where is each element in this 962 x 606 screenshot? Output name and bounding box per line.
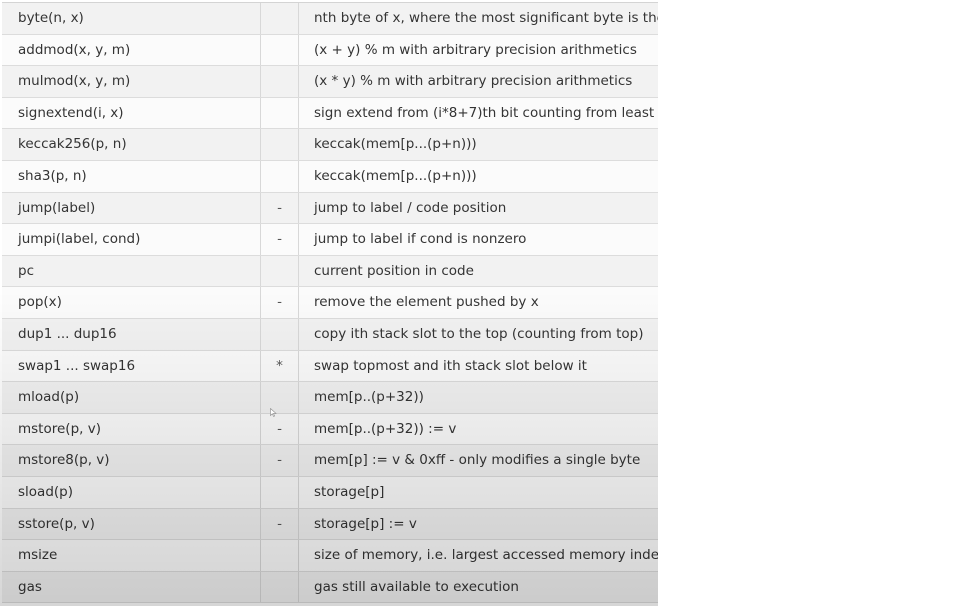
instruction-cell: msize <box>2 540 261 571</box>
flag-cell <box>261 160 299 192</box>
flag-cell <box>261 66 299 97</box>
flag-cell: - <box>261 224 299 255</box>
instruction-cell: keccak256(p, n) <box>2 129 261 160</box>
flag-cell <box>261 129 299 160</box>
explanation-cell: sign extend from (i*8+7)th bit counting … <box>314 104 658 121</box>
explanation-cell: storage[p] := v <box>314 515 417 532</box>
instruction-cell: gas <box>2 571 261 603</box>
instruction-cell: swap1 ... swap16 <box>2 350 261 382</box>
flag-cell: - <box>261 192 299 224</box>
flag-cell <box>261 540 299 571</box>
table-row: pc current position in code <box>2 255 658 288</box>
instruction-cell: sha3(p, n) <box>2 160 261 192</box>
explanation-cell: gas still available to execution <box>314 578 519 595</box>
table-row: dup1 ... dup16 copy ith stack slot to th… <box>2 318 658 351</box>
instruction-cell: dup1 ... dup16 <box>2 318 261 350</box>
mouse-cursor-icon <box>270 408 277 417</box>
explanation-cell: jump to label / code position <box>314 199 507 216</box>
flag-cell <box>261 571 299 603</box>
instruction-cell: sload(p) <box>2 476 261 508</box>
explanation-cell: size of memory, i.e. largest accessed me… <box>314 547 658 564</box>
explanation-cell: mem[p] := v & 0xff - only modifies a sin… <box>314 452 641 469</box>
table-row: sstore(p, v) - storage[p] := v <box>2 508 658 541</box>
flag-cell <box>261 3 299 34</box>
table-row: mstore8(p, v) - mem[p] := v & 0xff - onl… <box>2 445 658 477</box>
table-row: gas gas still available to execution <box>2 571 658 604</box>
explanation-cell: mem[p..(p+32)) <box>314 389 424 406</box>
explanation-cell: remove the element pushed by x <box>314 294 539 311</box>
explanation-cell: mem[p..(p+32)) := v <box>314 420 457 437</box>
table-row: sload(p) storage[p] <box>2 476 658 509</box>
explanation-cell: keccak(mem[p...(p+n))) <box>314 167 477 184</box>
table-row: sha3(p, n) keccak(mem[p...(p+n))) <box>2 160 658 193</box>
instruction-cell: jumpi(label, cond) <box>2 224 261 255</box>
instruction-cell: mulmod(x, y, m) <box>2 66 261 97</box>
instruction-cell: pop(x) <box>2 287 261 318</box>
flag-cell: - <box>261 445 299 476</box>
flag-cell <box>261 382 299 413</box>
instruction-cell: signextend(i, x) <box>2 97 261 129</box>
flag-cell: * <box>261 350 299 382</box>
explanation-cell: copy ith stack slot to the top (counting… <box>314 325 644 342</box>
table-viewport: byte(n, x) nth byte of x, where the most… <box>0 0 658 606</box>
explanation-cell: nth byte of x, where the most significan… <box>314 10 658 26</box>
flag-cell <box>261 34 299 66</box>
flag-cell <box>261 476 299 508</box>
table-row: mulmod(x, y, m) (x * y) % m with arbitra… <box>2 66 658 98</box>
table-row: addmod(x, y, m) (x + y) % m with arbitra… <box>2 34 658 67</box>
instruction-cell: jump(label) <box>2 192 261 224</box>
instruction-cell: pc <box>2 255 261 287</box>
flag-cell: - <box>261 287 299 318</box>
table-row: mstore(p, v) - mem[p..(p+32)) := v <box>2 413 658 446</box>
table-row: byte(n, x) nth byte of x, where the most… <box>2 3 658 35</box>
flag-cell: - <box>261 508 299 540</box>
flag-cell: - <box>261 413 299 445</box>
explanation-cell: (x + y) % m with arbitrary precision ari… <box>314 41 637 58</box>
explanation-cell: keccak(mem[p...(p+n))) <box>314 136 477 153</box>
table-row: jumpi(label, cond) - jump to label if co… <box>2 224 658 256</box>
instruction-cell: addmod(x, y, m) <box>2 34 261 66</box>
table-row: keccak256(p, n) keccak(mem[p...(p+n))) <box>2 129 658 161</box>
flag-cell <box>261 318 299 350</box>
table-row: mload(p) mem[p..(p+32)) <box>2 382 658 414</box>
opcode-table: byte(n, x) nth byte of x, where the most… <box>2 2 658 604</box>
explanation-cell: current position in code <box>314 262 474 279</box>
explanation-cell: (x * y) % m with arbitrary precision ari… <box>314 73 633 90</box>
flag-cell <box>261 97 299 129</box>
table-row: msize size of memory, i.e. largest acces… <box>2 540 658 572</box>
instruction-cell: mload(p) <box>2 382 261 413</box>
instruction-cell: mstore(p, v) <box>2 413 261 445</box>
instruction-cell: byte(n, x) <box>2 3 261 34</box>
table-row: jump(label) - jump to label / code posit… <box>2 192 658 225</box>
explanation-cell: jump to label if cond is nonzero <box>314 231 527 248</box>
explanation-cell: swap topmost and ith stack slot below it <box>314 357 587 374</box>
instruction-cell: sstore(p, v) <box>2 508 261 540</box>
table-row: swap1 ... swap16 * swap topmost and ith … <box>2 350 658 383</box>
table-row: pop(x) - remove the element pushed by x <box>2 287 658 319</box>
table-row: signextend(i, x) sign extend from (i*8+7… <box>2 97 658 130</box>
explanation-cell: storage[p] <box>314 483 385 500</box>
instruction-cell: mstore8(p, v) <box>2 445 261 476</box>
flag-cell <box>261 255 299 287</box>
